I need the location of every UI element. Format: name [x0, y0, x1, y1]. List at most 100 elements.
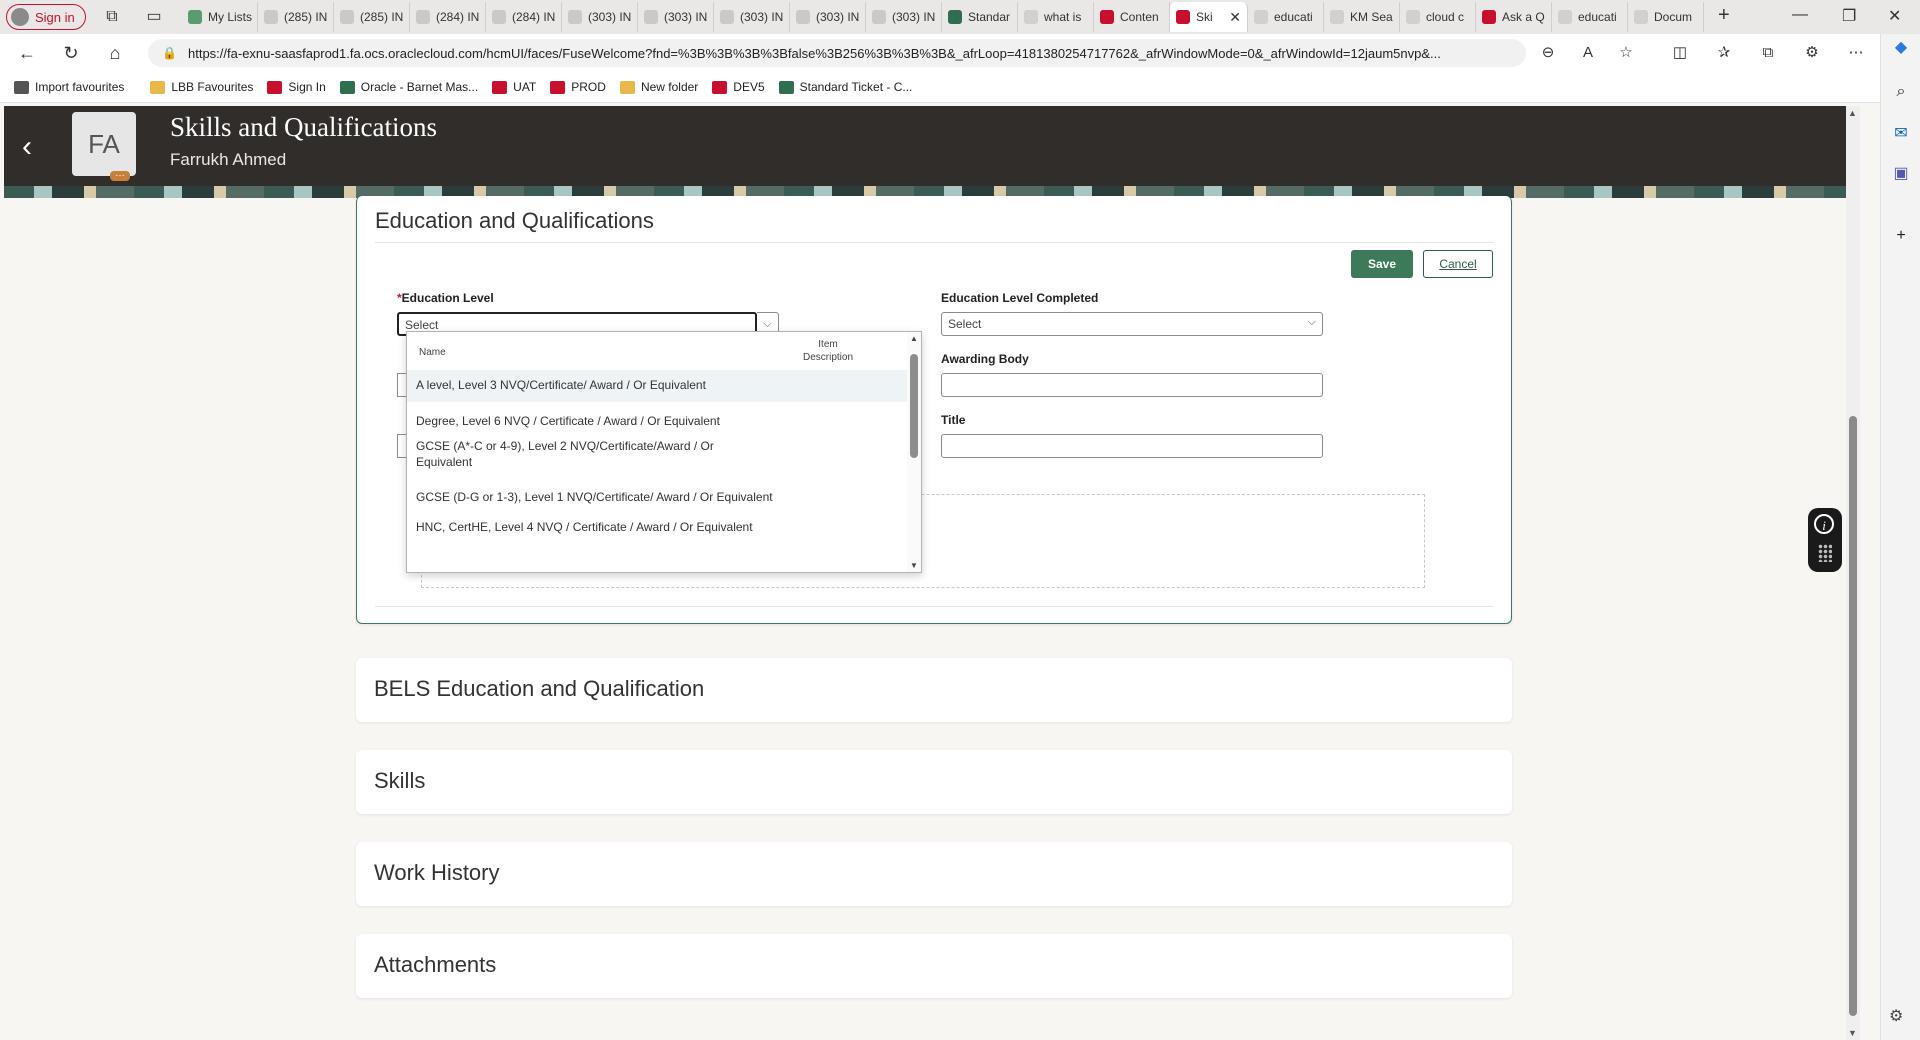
browser-tab[interactable]: Ask a Q — [1476, 2, 1552, 32]
save-button[interactable]: Save — [1351, 250, 1413, 278]
scroll-up-icon[interactable]: ▲ — [910, 334, 918, 343]
browser-tab[interactable]: what is — [1018, 2, 1094, 32]
dropdown-option[interactable]: HNC, CertHE, Level 4 NVQ / Certificate /… — [407, 512, 907, 540]
profile-avatar-icon — [11, 8, 29, 26]
browser-tab[interactable]: (303) IN — [638, 2, 714, 32]
dropdown-scrollbar[interactable]: ▲ ▼ — [907, 332, 921, 572]
outlook-icon[interactable]: ✉ — [1891, 124, 1911, 144]
favourite-item[interactable]: New folder — [619, 80, 699, 94]
favourite-item[interactable]: Sign In — [267, 80, 326, 94]
close-window-icon[interactable]: ✕ — [1888, 6, 1901, 26]
browser-tab[interactable]: Conten — [1094, 2, 1170, 32]
new-tab-button[interactable]: + — [1718, 4, 1730, 27]
favourite-label: Import favourites — [35, 80, 125, 94]
favourite-label: LBB Favourites — [171, 80, 254, 94]
browser-tab[interactable]: Docum — [1628, 2, 1704, 32]
more-dots-icon[interactable]: … — [110, 169, 130, 181]
minimize-icon[interactable]: — — [1792, 6, 1808, 24]
favourite-icon — [492, 80, 508, 94]
title-input[interactable] — [941, 434, 1323, 458]
split-screen-icon[interactable]: ◫ — [1670, 43, 1690, 63]
info-icon[interactable]: i — [1814, 514, 1834, 534]
browser-tab[interactable]: Standar — [942, 2, 1018, 32]
dropdown-option[interactable]: GCSE (A*-C or 4-9), Level 2 NVQ/Certific… — [407, 436, 907, 480]
scroll-down-icon[interactable]: ▼ — [910, 561, 918, 570]
attachments-card[interactable]: Attachments — [356, 934, 1512, 998]
search-icon[interactable]: ⌕ — [1891, 82, 1911, 102]
education-level-completed-select[interactable]: Select ⌵ — [941, 312, 1323, 336]
tab-favicon-icon — [568, 10, 582, 24]
collections-icon[interactable]: ⧉ — [1758, 43, 1778, 63]
add-sidebar-icon[interactable]: + — [1891, 226, 1911, 246]
settings-icon[interactable]: ⚙ — [1889, 1006, 1903, 1026]
work-history-card[interactable]: Work History — [356, 842, 1512, 906]
bels-education-card[interactable]: BELS Education and Qualification — [356, 658, 1512, 722]
page-scrollbar[interactable]: ▲ ▼ — [1846, 106, 1860, 1040]
chevron-left-icon[interactable]: ‹ — [22, 130, 32, 164]
favourite-item[interactable]: UAT — [492, 80, 536, 94]
favourite-item[interactable]: LBB Favourites — [150, 80, 253, 94]
favourite-item[interactable]: Standard Ticket - C... — [778, 80, 913, 94]
read-aloud-icon[interactable]: A — [1578, 43, 1598, 63]
browser-tab[interactable]: educati — [1248, 2, 1324, 32]
dropdown-option[interactable]: GCSE (D-G or 1-3), Level 1 NVQ/Certifica… — [407, 482, 907, 510]
favourite-item[interactable]: DEV5 — [712, 80, 765, 94]
browser-tab[interactable]: (303) IN — [714, 2, 790, 32]
more-menu-icon[interactable]: ⋯ — [1846, 43, 1866, 63]
zoom-icon[interactable]: ⊖ — [1538, 43, 1558, 63]
dropdown-option[interactable]: A level, Level 3 NVQ/Certificate/ Award … — [407, 370, 907, 402]
refresh-icon[interactable]: ↻ — [60, 42, 82, 64]
browser-tab[interactable]: (284) IN — [410, 2, 486, 32]
browser-tab[interactable]: (303) IN — [562, 2, 638, 32]
page-scroll-thumb[interactable] — [1849, 416, 1857, 1016]
work-history-section-title: Work History — [374, 860, 500, 885]
tab-label: (303) IN — [816, 10, 860, 24]
grid-dots-icon[interactable] — [1818, 544, 1832, 562]
dropdown-option[interactable]: Degree, Level 6 NVQ / Certificate / Awar… — [407, 406, 907, 434]
scroll-down-icon[interactable]: ▼ — [1848, 1028, 1857, 1038]
avatar[interactable]: FA … — [72, 112, 136, 181]
browser-tab[interactable]: My Lists — [182, 2, 258, 32]
favourite-item[interactable]: Oracle - Barnet Mas... — [339, 80, 478, 94]
awarding-body-label: Awarding Body — [941, 352, 1029, 366]
favorites-icon[interactable]: ✰ — [1714, 43, 1734, 63]
browser-tab[interactable]: (303) IN — [866, 2, 942, 32]
awarding-body-input[interactable] — [941, 373, 1323, 397]
favourite-icon — [14, 80, 29, 94]
education-level-label-text: Education Level — [401, 291, 494, 305]
favorite-star-icon[interactable]: ☆ — [1616, 43, 1636, 63]
back-icon[interactable]: ← — [16, 42, 38, 64]
page-title: Skills and Qualifications — [170, 112, 437, 142]
teams-icon[interactable]: ▣ — [1891, 164, 1911, 184]
restore-icon[interactable]: ❐ — [1842, 6, 1856, 26]
skills-card[interactable]: Skills — [356, 750, 1512, 814]
cancel-button[interactable]: Cancel — [1423, 250, 1493, 278]
browser-tab[interactable]: cloud c — [1400, 2, 1476, 32]
browser-tab[interactable]: (284) IN — [486, 2, 562, 32]
favourite-label: Standard Ticket - C... — [799, 80, 913, 94]
profile-button[interactable]: Sign in — [6, 4, 86, 30]
copilot-icon[interactable]: ◆ — [1891, 38, 1911, 58]
browser-tab[interactable]: KM Sea — [1324, 2, 1400, 32]
workspaces-icon[interactable]: ⧉ — [102, 7, 122, 27]
favourite-label: New folder — [640, 80, 699, 94]
favourite-item[interactable]: PROD — [550, 80, 606, 94]
browser-tab[interactable]: (285) IN — [334, 2, 410, 32]
info-widget[interactable]: i — [1808, 508, 1842, 572]
browser-tab[interactable]: (285) IN — [258, 2, 334, 32]
close-tab-icon[interactable]: ✕ — [1229, 9, 1241, 26]
url-field[interactable]: 🔒 https://fa-exnu-saasfaprod1.fa.ocs.ora… — [148, 39, 1526, 67]
browser-tab[interactable]: Ski ✕ — [1170, 2, 1248, 32]
education-level-dropdown: Name Item Description A level, Level 3 N… — [406, 331, 922, 573]
favourite-item[interactable]: Import favourites — [14, 80, 124, 94]
tab-actions-icon[interactable]: ▭ — [144, 7, 164, 27]
dropdown-scroll-thumb[interactable] — [910, 354, 918, 458]
home-icon[interactable]: ⌂ — [104, 42, 126, 64]
browser-sidebar: ◆ ⌕ ✉ ▣ + — [1880, 34, 1920, 1040]
browser-tab[interactable]: (303) IN — [790, 2, 866, 32]
extensions-icon[interactable]: ⚙ — [1802, 43, 1822, 63]
browser-tab[interactable]: educati — [1552, 2, 1628, 32]
education-level-completed-placeholder: Select — [948, 317, 982, 331]
tab-label: (285) IN — [284, 10, 328, 24]
scroll-up-icon[interactable]: ▲ — [1848, 108, 1857, 118]
